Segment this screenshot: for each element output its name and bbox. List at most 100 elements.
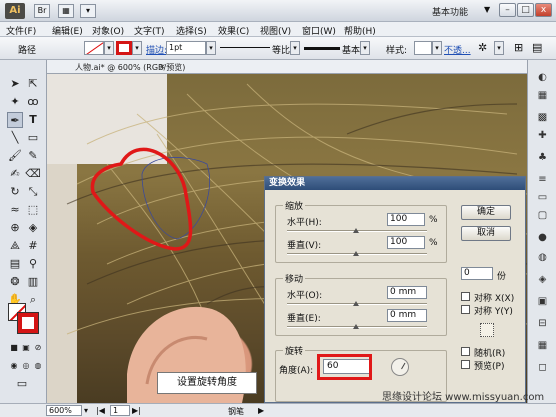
menu-help[interactable]: 帮助(H) xyxy=(344,24,376,37)
next-page-icon[interactable]: ▶| xyxy=(132,406,141,415)
pen-tool-icon[interactable]: ✒ xyxy=(7,112,23,128)
layers-panel-icon[interactable]: ◈ xyxy=(535,272,550,287)
workspace-switcher[interactable]: 基本功能 xyxy=(432,5,468,18)
random-checkbox[interactable] xyxy=(461,347,470,356)
workspace-dropdown-icon[interactable]: ▼ xyxy=(484,5,490,14)
type-tool-icon[interactable]: T xyxy=(25,112,41,128)
eraser-tool-icon[interactable]: ⌫ xyxy=(25,166,41,182)
selection-tool-icon[interactable]: ➤ xyxy=(7,76,23,92)
fill-color-button[interactable] xyxy=(84,41,104,55)
close-button[interactable]: x xyxy=(535,3,552,17)
ok-button[interactable]: 确定 xyxy=(461,205,511,220)
scale-tool-icon[interactable]: ⤡ xyxy=(25,184,41,200)
rotate-tool-icon[interactable]: ↻ xyxy=(7,184,23,200)
arrange-documents-icon[interactable]: ▦ xyxy=(58,4,74,18)
copies-input[interactable]: 0 xyxy=(461,267,493,280)
scale-horizontal-input[interactable]: 100 xyxy=(387,213,425,226)
color-guide-icon[interactable]: ▦ xyxy=(535,88,550,103)
perspective-grid-tool-icon[interactable]: ⟁ xyxy=(7,238,23,254)
blob-brush-tool-icon[interactable]: ✍ xyxy=(7,166,23,182)
scale-vertical-slider-thumb[interactable] xyxy=(353,251,359,256)
swatches-panel-icon[interactable]: ▩ xyxy=(535,110,550,125)
menu-object[interactable]: 对象(O) xyxy=(92,24,124,37)
color-panel-icon[interactable]: ◐ xyxy=(535,70,550,85)
zoom-tool-icon[interactable]: ⌕ xyxy=(25,292,41,308)
restore-button[interactable]: □ xyxy=(517,3,534,17)
minimize-button[interactable]: – xyxy=(499,3,516,17)
first-page-icon[interactable]: |◀ xyxy=(96,406,105,415)
rectangle-tool-icon[interactable]: ▭ xyxy=(25,130,41,146)
draw-inside-icon[interactable]: ◍ xyxy=(30,358,46,374)
menu-file[interactable]: 文件(F) xyxy=(6,24,36,37)
stroke-weight-field[interactable]: 1pt xyxy=(166,41,206,55)
scale-vertical-input[interactable]: 100 xyxy=(387,236,425,249)
stroke-swatch[interactable] xyxy=(17,312,39,334)
lasso-tool-icon[interactable]: ꝏ xyxy=(25,94,41,110)
scale-horizontal-slider-thumb[interactable] xyxy=(353,228,359,233)
transform-panel-icon[interactable]: ▦ xyxy=(535,338,550,353)
warp-tool-icon[interactable]: ≈ xyxy=(7,202,23,218)
gradient-tool-icon[interactable]: ▤ xyxy=(7,256,23,272)
symbol-sprayer-tool-icon[interactable]: ❂ xyxy=(7,274,23,290)
line-segment-tool-icon[interactable]: ╲ xyxy=(7,130,23,146)
move-vertical-slider-thumb[interactable] xyxy=(353,324,359,329)
eyedropper-tool-icon[interactable]: ⚲ xyxy=(25,256,41,272)
menu-view[interactable]: 视图(V) xyxy=(260,24,291,37)
status-arrow-icon[interactable]: ▶ xyxy=(258,406,264,415)
menu-effect[interactable]: 效果(C) xyxy=(218,24,249,37)
artboards-panel-icon[interactable]: ▣ xyxy=(535,294,550,309)
opacity-panel-link[interactable]: 不透... xyxy=(444,43,471,56)
panel-menu-icon[interactable]: ▤ xyxy=(532,41,542,54)
document-close-icon[interactable]: × xyxy=(159,62,166,71)
stroke-panel-link[interactable]: 描边: xyxy=(146,43,167,56)
free-transform-tool-icon[interactable]: ⬚ xyxy=(25,202,41,218)
stroke-weight-dropdown-icon[interactable]: ▾ xyxy=(206,41,216,55)
menu-window[interactable]: 窗口(W) xyxy=(302,24,336,37)
column-graph-tool-icon[interactable]: ▥ xyxy=(25,274,41,290)
reference-point-locator-icon[interactable] xyxy=(480,323,494,337)
paintbrush-tool-icon[interactable]: 🖌 xyxy=(7,148,23,164)
move-vertical-input[interactable]: 0 mm xyxy=(387,309,427,322)
screen-mode-icon[interactable]: ▭ xyxy=(14,376,30,392)
gradient-panel-icon[interactable]: ▭ xyxy=(535,190,550,205)
brush-dropdown-icon[interactable]: ▾ xyxy=(360,41,370,55)
bridge-icon[interactable]: Br xyxy=(34,4,50,18)
profile-dropdown-icon[interactable]: ▾ xyxy=(290,41,300,55)
align-icon[interactable]: ⊞ xyxy=(514,41,523,54)
magic-wand-tool-icon[interactable]: ✦ xyxy=(7,94,23,110)
pencil-tool-icon[interactable]: ✎ xyxy=(25,148,41,164)
menu-type[interactable]: 文字(T) xyxy=(134,24,165,37)
reflect-x-checkbox[interactable] xyxy=(461,292,470,301)
stroke-color-button[interactable] xyxy=(116,41,132,55)
document-tab[interactable]: 人物.ai* @ 600% (RGB/预览) × xyxy=(47,60,527,74)
direct-selection-tool-icon[interactable]: ⇱ xyxy=(25,76,41,92)
cancel-button[interactable]: 取消 xyxy=(461,226,511,241)
rotation-angle-dial[interactable] xyxy=(391,358,409,376)
none-mode-icon[interactable]: ⊘ xyxy=(30,340,46,356)
graphic-style-dropdown-icon[interactable]: ▾ xyxy=(432,41,442,55)
shape-builder-tool-icon[interactable]: ⊕ xyxy=(7,220,23,236)
move-horizontal-slider-thumb[interactable] xyxy=(353,301,359,306)
brushes-panel-icon[interactable]: ✚ xyxy=(535,128,550,143)
appearance-panel-icon[interactable]: ● xyxy=(535,230,550,245)
preview-checkbox[interactable] xyxy=(461,360,470,369)
menu-select[interactable]: 选择(S) xyxy=(176,24,207,37)
stroke-dropdown-icon[interactable]: ▾ xyxy=(132,41,142,55)
mesh-tool-icon[interactable]: # xyxy=(25,238,41,254)
symbols-panel-icon[interactable]: ♣ xyxy=(535,150,550,165)
transparency-panel-icon[interactable]: ▢ xyxy=(535,208,550,223)
live-paint-tool-icon[interactable]: ◈ xyxy=(25,220,41,236)
move-horizontal-input[interactable]: 0 mm xyxy=(387,286,427,299)
graphic-style-swatch[interactable] xyxy=(414,41,432,55)
reflect-y-checkbox[interactable] xyxy=(461,305,470,314)
pathfinder-panel-icon[interactable]: ◻ xyxy=(535,360,550,375)
align-panel-icon[interactable]: ⊟ xyxy=(535,316,550,331)
zoom-dropdown-icon[interactable]: ▾ xyxy=(84,406,88,415)
recolor-dropdown-icon[interactable]: ▾ xyxy=(494,41,504,55)
stroke-panel-icon[interactable]: ≡ xyxy=(535,172,550,187)
fill-dropdown-icon[interactable]: ▾ xyxy=(104,41,114,55)
graphic-styles-panel-icon[interactable]: ◍ xyxy=(535,250,550,265)
menu-edit[interactable]: 编辑(E) xyxy=(52,24,83,37)
page-number-field[interactable]: 1 xyxy=(110,405,130,416)
view-options-icon[interactable]: ▾ xyxy=(80,4,96,18)
